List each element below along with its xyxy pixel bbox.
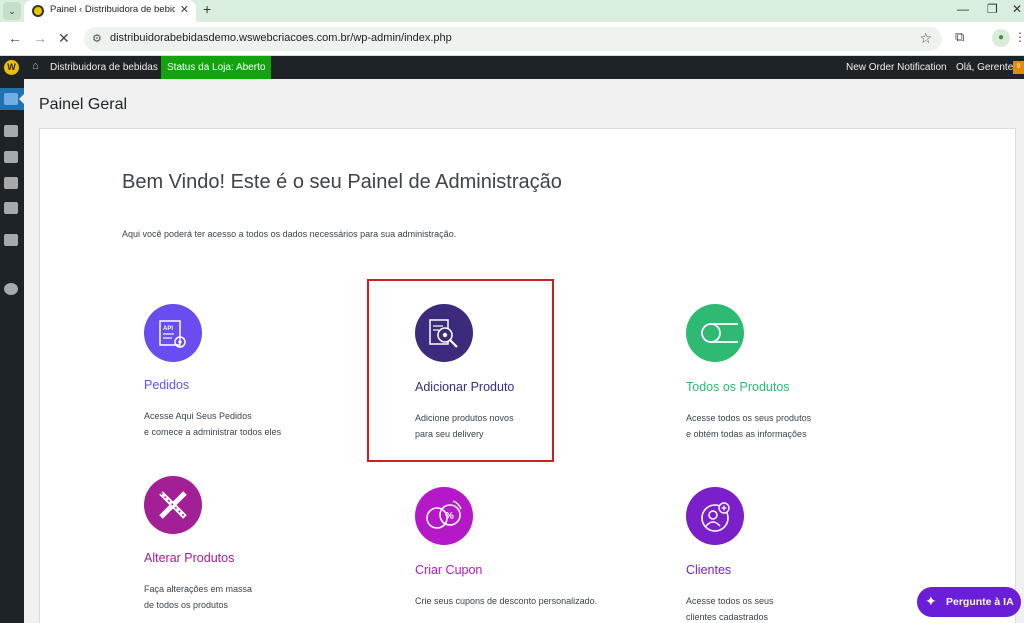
item-description-line: clientes cadastrados	[686, 612, 769, 622]
home-icon[interactable]: ⌂	[32, 60, 39, 72]
item-description-line: Acesse todos os seus produtos	[686, 413, 812, 423]
svg-text:API: API	[163, 326, 173, 332]
highlight-box	[367, 279, 554, 462]
sidebar-item-woo-icon[interactable]	[4, 125, 18, 137]
new-tab-plus-icon[interactable]: +	[203, 1, 211, 17]
dashboard-item-edit-products[interactable]: Alterar Produtos Faça alterações em mass…	[144, 476, 394, 613]
svg-text:%: %	[445, 511, 454, 522]
item-description: Acesse Aqui Seus Pedidos e comece a admi…	[144, 408, 394, 440]
item-description-line: de todos os produtos	[144, 600, 229, 610]
percent-coupon-icon[interactable]: %	[415, 487, 473, 545]
item-description: Acesse todos os seus clientes cadastrado…	[686, 593, 936, 623]
sidebar-item-collapse-icon[interactable]	[4, 283, 18, 295]
pencil-ruler-icon[interactable]	[144, 476, 202, 534]
close-tab-icon[interactable]: ✕	[180, 3, 189, 16]
dashboard-card: Bem Vindo! Este é o seu Painel de Admini…	[39, 128, 1016, 623]
item-description-line: Acesse Aqui Seus Pedidos	[144, 411, 252, 421]
address-bar[interactable]: ⚙ distribuidorabebidasdemo.wswebcriacoes…	[84, 27, 942, 51]
item-description-line: e comece a administrar todos eles	[144, 427, 282, 437]
tab-title: Painel ‹ Distribuidora de bebidas	[50, 4, 175, 15]
extensions-puzzle-icon[interactable]: ⧉	[955, 29, 964, 45]
minimize-icon[interactable]: —	[957, 2, 969, 16]
customer-add-icon[interactable]	[686, 487, 744, 545]
item-description-line: Acesse todos os seus	[686, 596, 774, 606]
browser-tab[interactable]: Painel ‹ Distribuidora de bebidas ✕	[24, 0, 196, 22]
wp-logo-icon[interactable]: W	[4, 60, 19, 75]
item-title[interactable]: Pedidos	[144, 378, 394, 392]
tab-search-chevron-icon[interactable]: ⌄	[3, 2, 21, 20]
welcome-heading: Bem Vindo! Este é o seu Painel de Admini…	[122, 171, 562, 193]
dashboard-item-orders[interactable]: API Pedidos Acesse Aqui Seus Pedidos e c…	[144, 304, 394, 440]
restore-icon[interactable]: ❐	[987, 2, 998, 16]
sidebar-item-analytics-icon[interactable]	[4, 177, 18, 189]
item-description-line: Faça alterações em massa	[144, 584, 253, 594]
dashboard-item-create-coupon[interactable]: % Criar Cupon Crie seus cupons de descon…	[415, 487, 665, 609]
stop-loading-icon[interactable]: ✕	[58, 30, 70, 47]
item-title[interactable]: Todos os Produtos	[686, 380, 936, 394]
ask-ai-label: Pergunte à IA	[946, 596, 1014, 608]
ask-ai-button[interactable]: ✦ Pergunte à IA	[917, 587, 1021, 617]
dashboard-item-all-products[interactable]: Todos os Produtos Acesse todos os seus p…	[686, 304, 936, 442]
sidebar-item-products-icon[interactable]	[4, 151, 18, 163]
bookmark-star-icon[interactable]: ☆	[919, 30, 932, 47]
close-window-icon[interactable]: ✕	[1012, 2, 1022, 16]
item-description-line: Crie seus cupons de desconto personaliza…	[415, 596, 598, 606]
item-description: Faça alterações em massa de todos os pro…	[144, 581, 394, 613]
sidebar-item-dashboard[interactable]	[0, 88, 24, 110]
site-favicon-icon	[32, 5, 44, 17]
item-description-line: e obtém todas as informações	[686, 429, 807, 439]
toggle-icon[interactable]	[686, 304, 744, 362]
browser-tab-strip: ⌄ Painel ‹ Distribuidora de bebidas ✕ + …	[0, 0, 1024, 22]
user-avatar[interactable]: 9	[1013, 61, 1024, 74]
user-greeting[interactable]: Olá, Gerente	[956, 62, 1013, 73]
welcome-intro: Aqui você poderá ter acesso a todos os d…	[122, 229, 457, 239]
browser-menu-icon[interactable]: ⋮	[1014, 30, 1024, 44]
profile-avatar-icon[interactable]: ●	[992, 29, 1010, 47]
sidebar-item-elementor-icon[interactable]	[4, 234, 18, 246]
item-description: Crie seus cupons de desconto personaliza…	[415, 593, 665, 609]
browser-toolbar: ← → ✕ ⚙ distribuidorabebidasdemo.wswebcr…	[0, 22, 1024, 56]
dashboard-item-customers[interactable]: Clientes Acesse todos os seus clientes c…	[686, 487, 936, 623]
sparkle-icon: ✦	[925, 593, 937, 609]
dashboard-icon	[4, 93, 18, 105]
sidebar-item-marketing-icon[interactable]	[4, 202, 18, 214]
store-status-badge[interactable]: Status da Loja: Aberto	[161, 56, 272, 79]
wp-admin-bar: W ⌂ Distribuidora de bebidas Status da L…	[0, 56, 1024, 79]
site-info-icon[interactable]: ⚙	[92, 32, 102, 45]
item-description: Acesse todos os seus produtos e obtém to…	[686, 410, 936, 442]
back-arrow-icon[interactable]: ←	[8, 30, 22, 46]
new-order-notification-link[interactable]: New Order Notification	[846, 62, 947, 73]
forward-arrow-icon[interactable]: →	[33, 30, 47, 46]
wp-admin-sidebar	[0, 79, 24, 623]
item-title[interactable]: Criar Cupon	[415, 563, 665, 577]
item-title[interactable]: Clientes	[686, 563, 936, 577]
api-document-gear-icon[interactable]: API	[144, 304, 202, 362]
url-text[interactable]: distribuidorabebidasdemo.wswebcriacoes.c…	[110, 32, 452, 44]
page-title: Painel Geral	[39, 96, 128, 113]
site-name-link[interactable]: Distribuidora de bebidas	[50, 62, 158, 73]
item-title[interactable]: Alterar Produtos	[144, 551, 394, 565]
